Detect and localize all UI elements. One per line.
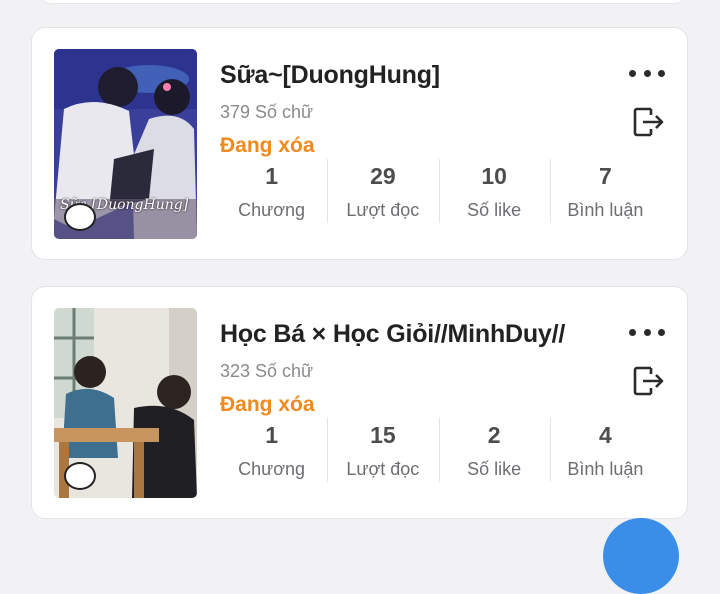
stat-likes: 10 Số like	[438, 159, 550, 223]
stat-value: 1	[265, 163, 279, 189]
comment-badge-icon	[64, 462, 96, 490]
stat-label: Bình luận	[567, 200, 644, 220]
story-title[interactable]: Sữa~[DuongHung]	[220, 61, 440, 90]
stat-value: 7	[598, 163, 612, 189]
story-cover-image[interactable]: Sữa [DuongHung]	[54, 49, 197, 239]
stat-reads: 15 Lượt đọc	[327, 418, 438, 482]
stat-label: Chương	[238, 459, 306, 479]
word-count: 379 Số chữ	[220, 102, 314, 122]
previous-story-card[interactable]	[38, 0, 686, 4]
more-options-icon[interactable]	[629, 64, 665, 82]
comment-badge-icon	[64, 203, 96, 231]
story-stats: 1 Chương 29 Lượt đọc 10 Số like 7 Bình l…	[216, 159, 661, 223]
stat-label: Số like	[467, 200, 522, 220]
exit-icon[interactable]	[631, 105, 665, 139]
stat-value: 10	[481, 163, 507, 189]
word-count: 323 Số chữ	[220, 361, 314, 381]
story-cover-image[interactable]	[54, 308, 197, 498]
stat-value: 29	[370, 163, 396, 189]
stat-reads: 29 Lượt đọc	[327, 159, 438, 223]
stat-label: Bình luận	[567, 459, 644, 479]
stat-value: 1	[265, 422, 279, 448]
story-card[interactable]: Học Bá × Học Giỏi//MinhDuy// 323 Số chữ …	[31, 286, 688, 519]
stat-value: 2	[487, 422, 501, 448]
stat-likes: 2 Số like	[438, 418, 550, 482]
more-options-icon[interactable]	[629, 323, 665, 341]
exit-icon[interactable]	[631, 364, 665, 398]
stat-label: Số like	[467, 459, 522, 479]
stat-label: Lượt đọc	[346, 459, 420, 479]
floating-action-button[interactable]	[603, 518, 679, 594]
status-label: Đang xóa	[220, 134, 315, 157]
story-stats: 1 Chương 15 Lượt đọc 2 Số like 4 Bình lu…	[216, 418, 661, 482]
stat-label: Lượt đọc	[346, 200, 420, 220]
stat-value: 4	[598, 422, 612, 448]
stat-comments: 4 Bình luận	[549, 418, 661, 482]
stat-value: 15	[370, 422, 396, 448]
stat-chapters: 1 Chương	[216, 159, 327, 223]
status-label: Đang xóa	[220, 393, 315, 416]
story-title[interactable]: Học Bá × Học Giỏi//MinhDuy//	[220, 320, 565, 349]
stat-comments: 7 Bình luận	[549, 159, 661, 223]
stat-label: Chương	[238, 200, 306, 220]
story-card[interactable]: Sữa [DuongHung] Sữa~[DuongHung] 379 Số c…	[31, 27, 688, 260]
stat-chapters: 1 Chương	[216, 418, 327, 482]
